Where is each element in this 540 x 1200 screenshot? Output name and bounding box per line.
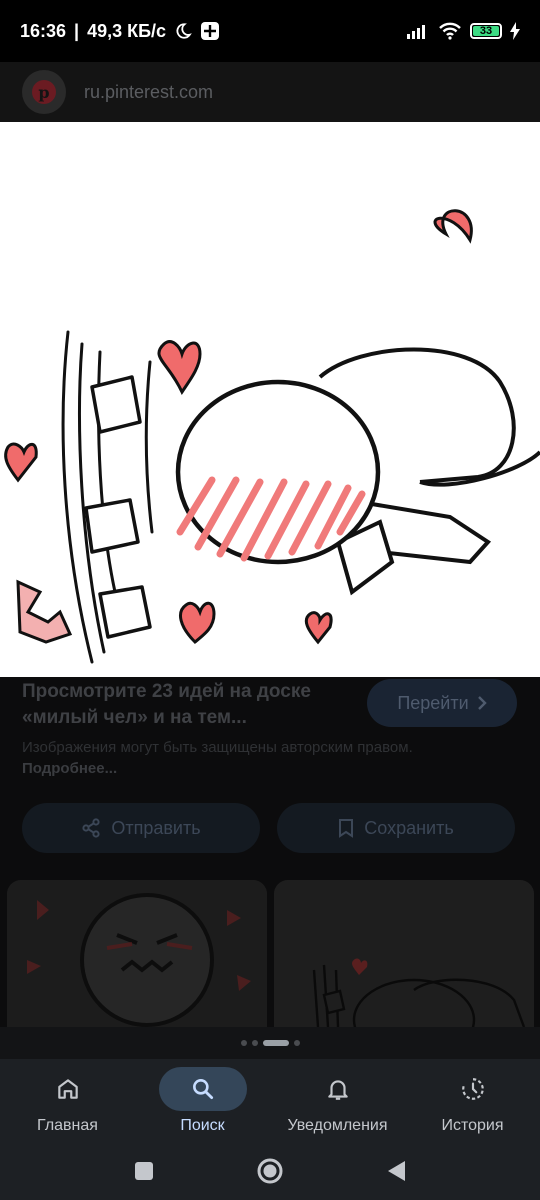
disclaimer-text: Изображения могут быть защищены авторски… [22, 739, 413, 756]
nav-home-icon-wrap [24, 1067, 112, 1111]
related-image-2-art [274, 880, 534, 1027]
circle-icon [257, 1158, 283, 1184]
result-info: Просмотрите 23 идей на доске «милый чел»… [0, 677, 540, 1027]
status-speed: 49,3 КБ/с [87, 20, 167, 41]
share-button[interactable]: Отправить [22, 803, 260, 853]
home-button[interactable] [207, 1157, 333, 1185]
bookmark-icon [339, 819, 354, 838]
moon-icon [176, 23, 192, 39]
home-icon [57, 1079, 78, 1099]
bottom-navigation: Главная Поиск Уведомления История [0, 1059, 540, 1142]
bell-icon [327, 1080, 348, 1100]
status-bar: 16:36 | 49,3 КБ/с 33 [0, 0, 540, 62]
nav-notifications-label: Уведомления [287, 1117, 388, 1134]
cartoon-illustration [4, 209, 540, 664]
more-link[interactable]: Подробнее... [22, 760, 117, 777]
preview-image[interactable] [0, 122, 540, 677]
go-button[interactable]: Перейти [367, 679, 517, 727]
share-label: Отправить [111, 817, 201, 838]
nav-search[interactable]: Поиск [135, 1059, 270, 1142]
square-icon [135, 1162, 153, 1180]
go-button-label: Перейти [397, 692, 469, 713]
pager-dot-active [262, 1040, 289, 1046]
source-domain[interactable]: ru.pinterest.com [84, 82, 213, 103]
system-navigation [0, 1142, 540, 1200]
chevron-right-icon [477, 696, 487, 710]
nav-history-label: История [441, 1117, 504, 1134]
battery-level: 33 [479, 25, 493, 37]
copyright-disclaimer: Изображения могут быть защищены авторски… [22, 737, 442, 779]
pager-dot [293, 1040, 300, 1046]
share-icon [82, 818, 100, 838]
nav-history-icon-wrap [429, 1067, 517, 1111]
charging-icon [510, 22, 520, 40]
recents-button[interactable] [81, 1160, 207, 1182]
pinterest-logo-letter: p [32, 80, 56, 104]
nav-notifications[interactable]: Уведомления [270, 1059, 405, 1142]
search-icon [192, 1079, 213, 1100]
pager-dot [251, 1040, 258, 1046]
save-label: Сохранить [364, 817, 454, 838]
history-icon [461, 1078, 484, 1100]
nav-search-label: Поиск [180, 1117, 225, 1134]
result-title[interactable]: Просмотрите 23 идей на доске «милый чел»… [22, 679, 352, 731]
status-separator: | [74, 20, 80, 41]
pinterest-logo-icon: p [22, 70, 66, 114]
pager-dot [240, 1040, 247, 1046]
save-button[interactable]: Сохранить [277, 803, 515, 853]
battery-indicator: 33 [470, 23, 502, 39]
image-pager [0, 1027, 540, 1059]
related-image-1-art [7, 880, 267, 1027]
related-image-1[interactable] [7, 880, 267, 1027]
status-time: 16:36 [20, 20, 67, 41]
nav-home-label: Главная [37, 1117, 98, 1134]
back-button[interactable] [333, 1159, 459, 1183]
nav-home[interactable]: Главная [0, 1059, 135, 1142]
related-image-2[interactable] [274, 880, 534, 1027]
app-notification-icon [201, 22, 220, 40]
source-bar[interactable]: p ru.pinterest.com [0, 62, 540, 122]
wifi-icon [439, 22, 461, 40]
nav-search-icon-wrap [158, 1067, 247, 1111]
back-triangle-icon [388, 1161, 405, 1181]
nav-notifications-icon-wrap [294, 1067, 382, 1111]
nav-history[interactable]: История [405, 1059, 540, 1142]
signal-icon [407, 25, 425, 39]
